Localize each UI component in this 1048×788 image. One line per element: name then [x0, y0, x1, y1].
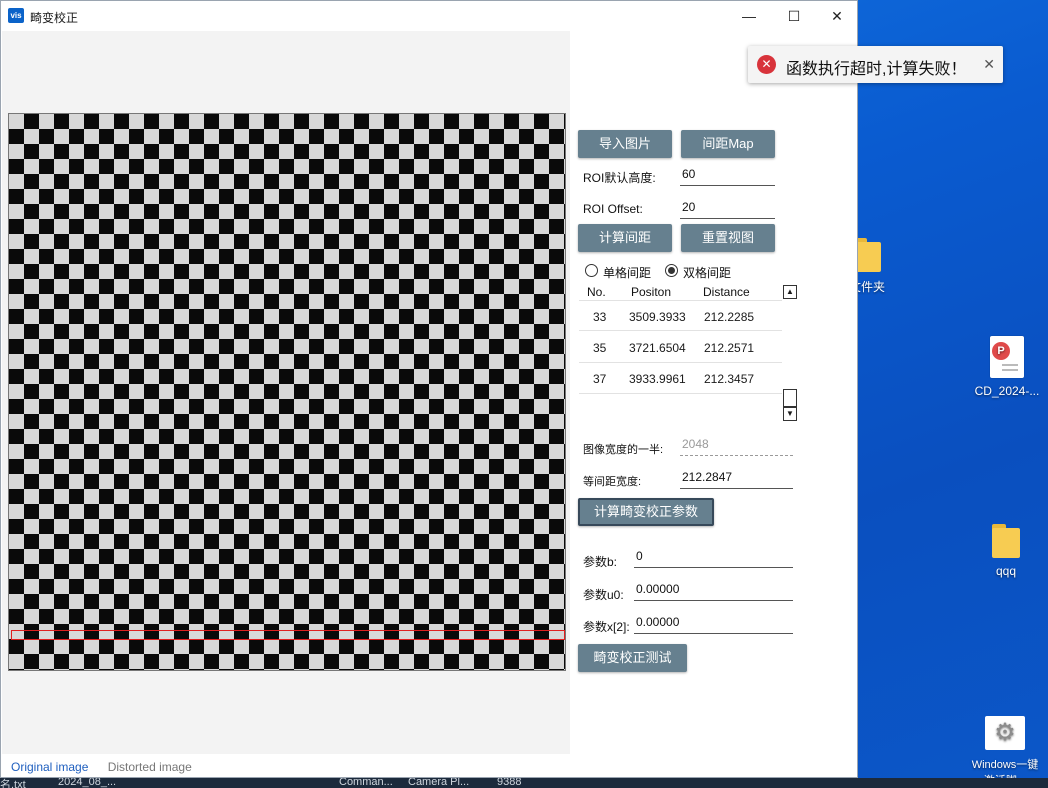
scroll-up-button[interactable]: ▲: [783, 285, 797, 299]
checkerboard-image[interactable]: [8, 113, 566, 671]
error-toast: ✕ 函数执行超时,计算失败！ ✕: [748, 46, 1003, 83]
table-row[interactable]: 35 3721.6504 212.2571: [579, 332, 782, 363]
equal-spacing-field[interactable]: 212.2847: [680, 467, 793, 489]
distortion-test-button[interactable]: 畸变校正测试: [578, 644, 687, 672]
single-spacing-label[interactable]: 单格间距: [603, 264, 651, 281]
column-header-distance: Distance: [703, 285, 750, 299]
roi-offset-field[interactable]: 20: [680, 197, 775, 219]
gear-icon: ⚙: [985, 716, 1025, 750]
roi-height-field[interactable]: 60: [680, 164, 775, 186]
param-u0-label: 参数u0:: [583, 588, 624, 602]
desktop-pdf-file[interactable]: P CD_2024-...: [970, 336, 1044, 398]
double-spacing-label[interactable]: 双格间距: [683, 264, 731, 281]
column-header-no: No.: [587, 285, 606, 299]
window-title: 畸变校正: [30, 11, 79, 25]
scroll-thumb[interactable]: [783, 389, 797, 407]
table-row[interactable]: 33 3509.3933 212.2285: [579, 300, 782, 331]
cell-distance: 212.3457: [704, 372, 755, 386]
toast-message: 函数执行超时,计算失败！: [786, 61, 967, 78]
half-width-label: 图像宽度的一半:: [583, 444, 664, 456]
import-image-button[interactable]: 导入图片: [578, 130, 672, 158]
desktop-folder-qqq[interactable]: qqq: [969, 524, 1043, 578]
image-tabs: Original image Distorted image: [11, 760, 208, 774]
cell-position: 3933.9961: [629, 372, 686, 386]
minimize-button[interactable]: —: [727, 1, 771, 31]
param-x2-label: 参数x[2]:: [583, 620, 630, 634]
taskbar-item[interactable]: 2024_08_...: [58, 778, 116, 788]
half-width-field: 2048: [680, 434, 793, 456]
double-spacing-radio[interactable]: [665, 264, 678, 277]
taskbar-item[interactable]: 名.txt: [0, 778, 26, 788]
maximize-button[interactable]: ☐: [772, 1, 816, 31]
toast-close-button[interactable]: ✕: [983, 56, 995, 73]
desktop-folder-qqq-label: qqq: [995, 564, 1017, 578]
cell-position: 3721.6504: [629, 341, 686, 355]
cell-no: 37: [593, 372, 607, 386]
single-spacing-radio[interactable]: [585, 264, 598, 277]
tab-original-image[interactable]: Original image: [11, 760, 88, 774]
equal-spacing-label: 等间距宽度:: [583, 476, 642, 488]
compute-calibration-button[interactable]: 计算畸变校正参数: [578, 498, 714, 526]
roi-offset-label: ROI Offset:: [583, 202, 643, 216]
spacing-table[interactable]: No. Positon Distance 33 3509.3933 212.22…: [579, 283, 799, 423]
app-logo-icon: vis: [8, 8, 24, 23]
reset-view-button[interactable]: 重置视图: [681, 224, 775, 252]
compute-spacing-button[interactable]: 计算间距: [578, 224, 672, 252]
param-b-label: 参数b:: [583, 555, 618, 569]
image-viewer[interactable]: [2, 31, 570, 754]
param-b-field[interactable]: 0: [634, 546, 793, 568]
scroll-down-button[interactable]: ▼: [783, 407, 797, 421]
close-button[interactable]: ✕: [815, 1, 859, 31]
pdf-file-icon: P: [990, 336, 1024, 378]
param-u0-field[interactable]: 0.00000: [634, 579, 793, 601]
taskbar-item[interactable]: Camera Pl...: [408, 778, 469, 788]
cell-distance: 212.2571: [704, 341, 755, 355]
desktop-pdf-file-label: CD_2024-...: [974, 384, 1040, 398]
tab-distorted-image[interactable]: Distorted image: [108, 760, 192, 774]
cell-distance: 212.2285: [704, 310, 755, 324]
table-row[interactable]: 37 3933.9961 212.3457: [579, 363, 782, 394]
app-window: vis 畸变校正 — ☐ ✕ Original image Distorted …: [0, 0, 858, 778]
param-x2-field[interactable]: 0.00000: [634, 612, 793, 634]
folder-icon: [992, 524, 1020, 558]
title-bar[interactable]: vis 畸变校正 — ☐ ✕: [1, 1, 857, 31]
column-header-position: Positon: [631, 285, 672, 299]
taskbar: 名.txt 2024_08_... Comman... Camera Pl...…: [0, 778, 1048, 788]
cell-no: 33: [593, 310, 607, 324]
taskbar-item[interactable]: 9388: [497, 778, 521, 788]
taskbar-item[interactable]: Comman...: [339, 778, 393, 788]
cell-position: 3509.3933: [629, 310, 686, 324]
roi-height-label: ROI默认高度:: [583, 171, 656, 185]
cell-no: 35: [593, 341, 607, 355]
error-icon: ✕: [757, 55, 776, 74]
roi-rectangle[interactable]: [11, 630, 565, 640]
spacing-map-button[interactable]: 间距Map: [681, 130, 775, 158]
